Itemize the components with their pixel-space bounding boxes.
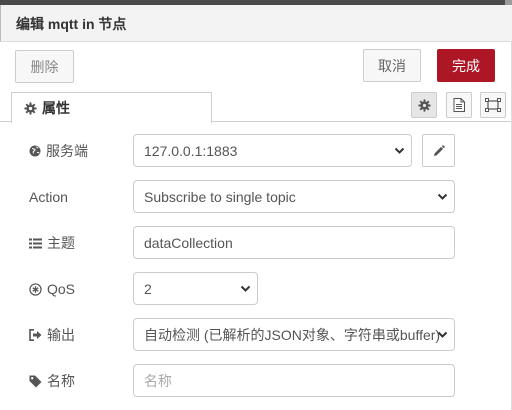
server-label: 服务端 <box>29 133 88 169</box>
tab-bar: 属性 <box>0 92 512 123</box>
sign-out-icon <box>29 329 42 341</box>
topic-label-text: 主题 <box>47 235 75 251</box>
gear-icon <box>24 101 37 115</box>
server-row: 服务端 127.0.0.1:1883 <box>0 133 512 169</box>
dialog-toolbar: 删除 取消 完成 <box>0 42 512 92</box>
tab-properties[interactable]: 属性 <box>11 92 212 123</box>
delete-button[interactable]: 删除 <box>15 50 74 83</box>
globe-icon <box>29 145 41 157</box>
name-label-text: 名称 <box>47 373 75 389</box>
topic-input-value: dataCollection <box>144 234 233 251</box>
chevron-down-icon <box>437 193 448 200</box>
done-button[interactable]: 完成 <box>437 49 495 82</box>
tab-properties-label: 属性 <box>42 100 70 116</box>
name-input[interactable]: 名称 <box>133 364 455 397</box>
pencil-icon <box>433 144 445 156</box>
list-icon <box>29 238 42 248</box>
output-select[interactable]: 自动检测 (已解析的JSON对象、字符串或buffer) <box>133 318 455 351</box>
frame-icon <box>485 98 501 112</box>
action-select-value: Subscribe to single topic <box>144 188 296 205</box>
qos-label: QoS <box>29 271 75 307</box>
file-text-icon <box>453 98 465 112</box>
topic-input[interactable]: dataCollection <box>133 226 455 259</box>
dialog-title: 编辑 mqtt in 节点 <box>16 16 127 32</box>
chevron-down-icon <box>240 285 251 292</box>
appearance-tab-button[interactable] <box>480 92 506 118</box>
chevron-down-icon <box>394 147 405 154</box>
output-select-value: 自动检测 (已解析的JSON对象、字符串或buffer) <box>144 326 441 343</box>
asterisk-circle-icon <box>29 282 42 296</box>
action-label-text: Action <box>29 189 68 205</box>
server-select[interactable]: 127.0.0.1:1883 <box>133 134 412 167</box>
chevron-down-icon <box>437 331 448 338</box>
output-row: 输出 自动检测 (已解析的JSON对象、字符串或buffer) <box>0 317 512 353</box>
server-label-text: 服务端 <box>46 143 88 159</box>
name-input-placeholder: 名称 <box>144 372 172 389</box>
qos-select[interactable]: 2 <box>133 272 258 305</box>
name-row: 名称 名称 <box>0 363 512 399</box>
qos-select-value: 2 <box>144 280 152 297</box>
cancel-button[interactable]: 取消 <box>363 49 421 82</box>
qos-label-text: QoS <box>47 281 76 297</box>
tag-icon <box>29 375 42 387</box>
edit-server-button[interactable] <box>422 134 455 167</box>
action-label: Action <box>29 179 68 215</box>
topic-row: 主题 dataCollection <box>0 225 512 261</box>
settings-tab-button[interactable] <box>411 92 437 118</box>
action-select[interactable]: Subscribe to single topic <box>133 180 455 213</box>
topic-label: 主题 <box>29 225 75 261</box>
name-label: 名称 <box>29 363 75 399</box>
action-row: Action Subscribe to single topic <box>0 179 512 215</box>
output-label: 输出 <box>29 317 75 353</box>
dialog-header: 编辑 mqtt in 节点 <box>0 5 512 42</box>
qos-row: QoS 2 <box>0 271 512 307</box>
gear-icon <box>417 98 431 112</box>
output-label-text: 输出 <box>47 327 75 343</box>
server-select-value: 127.0.0.1:1883 <box>144 142 238 159</box>
description-tab-button[interactable] <box>446 92 472 118</box>
